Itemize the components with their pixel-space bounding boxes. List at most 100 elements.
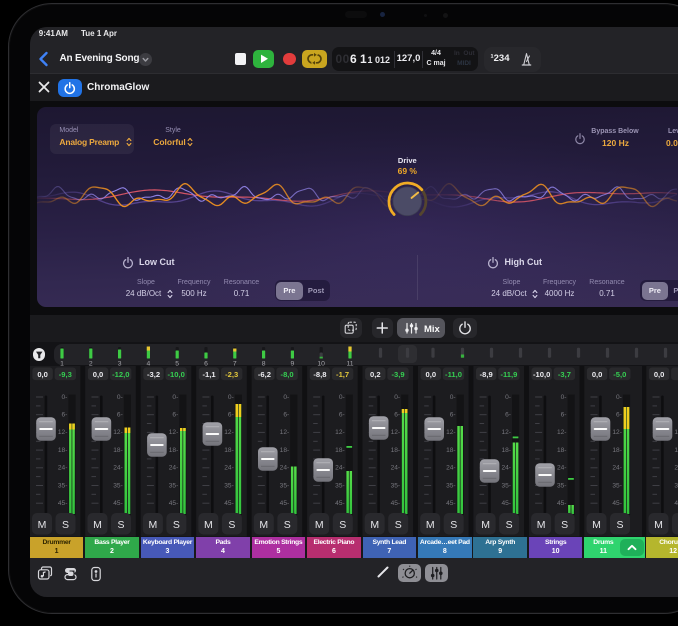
- svg-text:35-: 35-: [335, 482, 345, 489]
- svg-text:-11,9: -11,9: [500, 370, 517, 379]
- svg-text:6-: 6-: [339, 412, 345, 419]
- svg-text:45-: 45-: [58, 500, 68, 507]
- svg-text:45-: 45-: [446, 500, 456, 507]
- svg-text:18-: 18-: [224, 447, 234, 454]
- svg-text:-9,3: -9,3: [59, 370, 72, 379]
- svg-text:24-: 24-: [113, 465, 123, 472]
- svg-text:35-: 35-: [280, 482, 290, 489]
- svg-text:-5,0: -5,0: [613, 370, 626, 379]
- svg-text:M: M: [654, 519, 663, 531]
- svg-text:18-: 18-: [674, 447, 678, 454]
- svg-text:45-: 45-: [113, 500, 123, 507]
- svg-text:6-: 6-: [172, 412, 178, 419]
- svg-text:-3,9: -3,9: [391, 370, 404, 379]
- svg-text:12-: 12-: [335, 429, 345, 436]
- svg-text:S: S: [339, 519, 346, 531]
- svg-text:6-: 6-: [62, 412, 68, 419]
- svg-text:-3,7: -3,7: [558, 370, 571, 379]
- svg-text:18-: 18-: [335, 447, 345, 454]
- svg-text:18-: 18-: [280, 447, 290, 454]
- svg-text:-1,7: -1,7: [336, 370, 349, 379]
- svg-text:24-: 24-: [612, 465, 622, 472]
- svg-text:24-: 24-: [169, 465, 179, 472]
- svg-text:6-: 6-: [394, 412, 400, 419]
- svg-text:18-: 18-: [612, 447, 622, 454]
- svg-text:24-: 24-: [557, 465, 567, 472]
- svg-text:24-: 24-: [674, 465, 678, 472]
- svg-text:24-: 24-: [224, 465, 234, 472]
- svg-text:M: M: [204, 519, 213, 531]
- svg-text:35-: 35-: [446, 482, 456, 489]
- svg-text:12-: 12-: [501, 429, 511, 436]
- svg-text:18-: 18-: [169, 447, 179, 454]
- svg-text:S: S: [284, 519, 291, 531]
- svg-text:12-: 12-: [557, 429, 567, 436]
- svg-text:35-: 35-: [113, 482, 123, 489]
- svg-text:6-: 6-: [117, 412, 123, 419]
- svg-text:S: S: [117, 519, 124, 531]
- svg-text:6-: 6-: [228, 412, 234, 419]
- svg-text:S: S: [395, 519, 402, 531]
- svg-text:M: M: [38, 519, 47, 531]
- svg-text:-3,2: -3,2: [147, 370, 160, 379]
- svg-text:S: S: [450, 519, 457, 531]
- svg-text:12-: 12-: [391, 429, 401, 436]
- svg-text:35-: 35-: [391, 482, 401, 489]
- svg-text:45-: 45-: [501, 500, 511, 507]
- svg-text:35-: 35-: [557, 482, 567, 489]
- svg-text:35-: 35-: [224, 482, 234, 489]
- svg-text:35-: 35-: [674, 482, 678, 489]
- svg-text:-10,0: -10,0: [533, 370, 550, 379]
- svg-text:0-: 0-: [339, 394, 345, 401]
- svg-text:-8,8: -8,8: [313, 370, 326, 379]
- svg-text:24-: 24-: [58, 465, 68, 472]
- svg-text:6-: 6-: [283, 412, 289, 419]
- svg-text:S: S: [506, 519, 513, 531]
- svg-text:-8,0: -8,0: [281, 370, 294, 379]
- svg-text:0-: 0-: [450, 394, 456, 401]
- svg-text:24-: 24-: [391, 465, 401, 472]
- svg-text:M: M: [481, 519, 490, 531]
- svg-text:12-: 12-: [169, 429, 179, 436]
- svg-text:18-: 18-: [501, 447, 511, 454]
- svg-text:18-: 18-: [391, 447, 401, 454]
- svg-text:18-: 18-: [113, 447, 123, 454]
- svg-text:35-: 35-: [612, 482, 622, 489]
- svg-text:-12,0: -12,0: [112, 370, 129, 379]
- svg-text:35-: 35-: [169, 482, 179, 489]
- svg-text:-11,0: -11,0: [445, 370, 462, 379]
- svg-text:45-: 45-: [612, 500, 622, 507]
- svg-text:S: S: [62, 519, 69, 531]
- svg-text:M: M: [370, 519, 379, 531]
- svg-text:0,0: 0,0: [592, 370, 603, 379]
- svg-text:45-: 45-: [557, 500, 567, 507]
- svg-text:0,0: 0,0: [37, 370, 48, 379]
- svg-text:-8,9: -8,9: [480, 370, 493, 379]
- svg-text:45-: 45-: [335, 500, 345, 507]
- svg-text:45-: 45-: [224, 500, 234, 507]
- svg-text:-10,0: -10,0: [168, 370, 185, 379]
- svg-text:18-: 18-: [557, 447, 567, 454]
- svg-text:0,0: 0,0: [426, 370, 437, 379]
- svg-text:S: S: [561, 519, 568, 531]
- svg-text:M: M: [592, 519, 601, 531]
- svg-text:-2,3: -2,3: [225, 370, 238, 379]
- svg-text:0-: 0-: [172, 394, 178, 401]
- svg-text:24-: 24-: [446, 465, 456, 472]
- svg-text:M: M: [426, 519, 435, 531]
- svg-text:0-: 0-: [505, 394, 511, 401]
- svg-text:18-: 18-: [58, 447, 68, 454]
- svg-text:0-: 0-: [283, 394, 289, 401]
- svg-text:0-: 0-: [616, 394, 622, 401]
- svg-text:0-: 0-: [394, 394, 400, 401]
- svg-text:0-: 0-: [228, 394, 234, 401]
- svg-text:45-: 45-: [674, 500, 678, 507]
- svg-text:35-: 35-: [58, 482, 68, 489]
- svg-text:45-: 45-: [391, 500, 401, 507]
- svg-text:12-: 12-: [224, 429, 234, 436]
- svg-text:6-: 6-: [505, 412, 511, 419]
- svg-text:Mix: Mix: [424, 324, 441, 335]
- svg-text:35-: 35-: [501, 482, 511, 489]
- svg-text:0-: 0-: [117, 394, 123, 401]
- svg-text:6-: 6-: [561, 412, 567, 419]
